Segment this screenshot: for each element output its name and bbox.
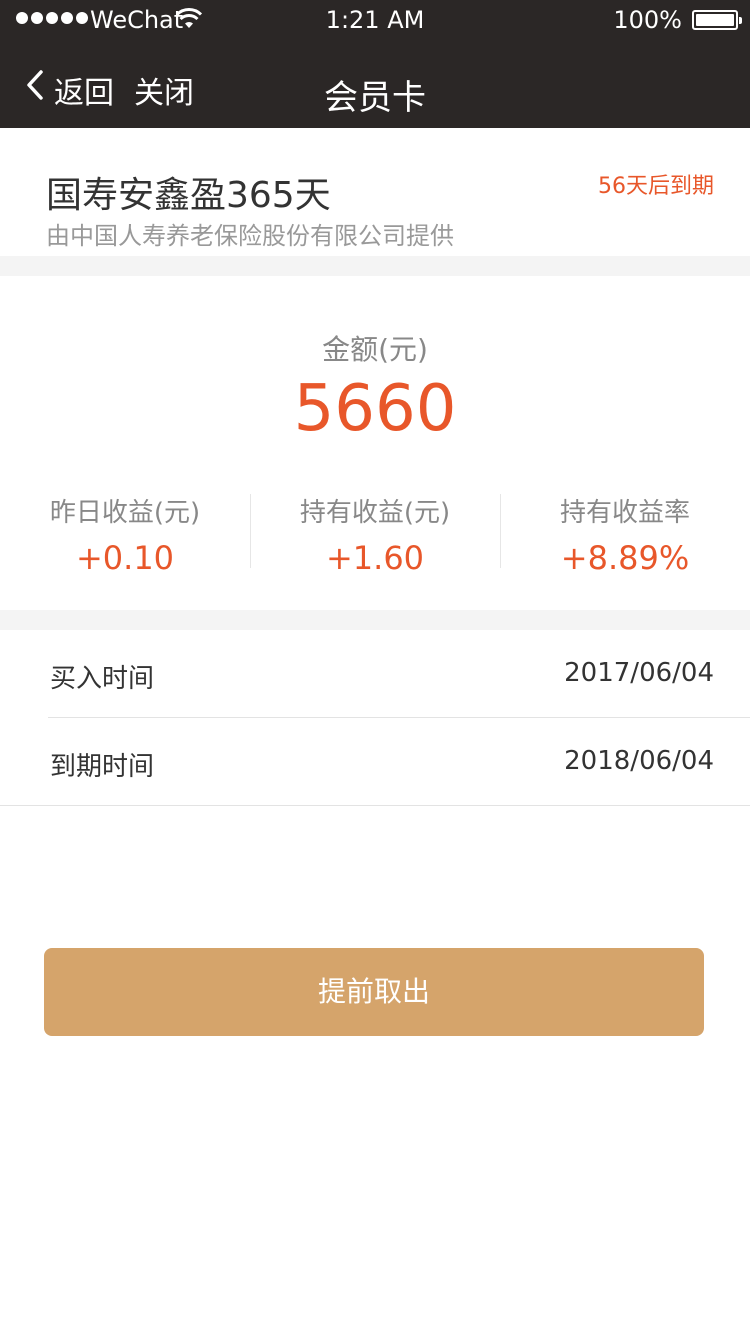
buy-time-value: 2017/06/04 xyxy=(564,658,714,688)
due-time-value: 2018/06/04 xyxy=(564,746,714,776)
page-title: 会员卡 xyxy=(324,78,426,118)
expiry-badge: 56天后到期 xyxy=(598,174,714,199)
battery-percent: 100% xyxy=(613,6,682,34)
buy-time-row: 买入时间 2017/06/04 xyxy=(0,630,750,718)
earnings-stats: 昨日收益(元) +0.10 持有收益(元) +1.60 持有收益率 +8.89% xyxy=(0,490,750,577)
battery-icon xyxy=(692,10,742,30)
due-time-label: 到期时间 xyxy=(50,752,155,782)
buy-time-label: 买入时间 xyxy=(50,664,155,694)
stat-label: 昨日收益(元) xyxy=(49,498,201,528)
stat-label: 持有收益(元) xyxy=(299,498,451,528)
top-bar: WeChat 1:21 AM 100% 返回 关闭 会员卡 xyxy=(0,0,750,128)
amount-label: 金额(元) xyxy=(322,333,428,366)
section-divider xyxy=(0,610,750,630)
amount-card: 金额(元) 5660 昨日收益(元) +0.10 持有收益(元) +1.60 持… xyxy=(0,276,750,610)
early-withdraw-button[interactable]: 提前取出 xyxy=(44,948,704,1036)
product-provider: 由中国人寿养老保险股份有限公司提供 xyxy=(46,222,454,250)
product-name: 国寿安鑫盈365天 xyxy=(46,175,331,216)
status-bar: WeChat 1:21 AM 100% xyxy=(0,0,750,40)
purchase-info: 买入时间 2017/06/04 到期时间 2018/06/04 xyxy=(0,630,750,806)
stat-value: +1.60 xyxy=(325,539,425,577)
due-time-row: 到期时间 2018/06/04 xyxy=(0,718,750,806)
product-header: 国寿安鑫盈365天 由中国人寿养老保险股份有限公司提供 56天后到期 xyxy=(0,128,750,256)
section-divider xyxy=(0,256,750,276)
stat-value: +8.89% xyxy=(560,539,690,577)
amount-value: 5660 xyxy=(293,372,457,446)
stat-holding-earnings: 持有收益(元) +1.60 xyxy=(250,490,500,577)
stat-value: +0.10 xyxy=(75,539,175,577)
stat-holding-yield: 持有收益率 +8.89% xyxy=(500,490,750,577)
navigation-bar: 返回 关闭 会员卡 xyxy=(0,40,750,128)
stat-label: 持有收益率 xyxy=(559,498,690,528)
stat-yesterday-earnings: 昨日收益(元) +0.10 xyxy=(0,490,250,577)
